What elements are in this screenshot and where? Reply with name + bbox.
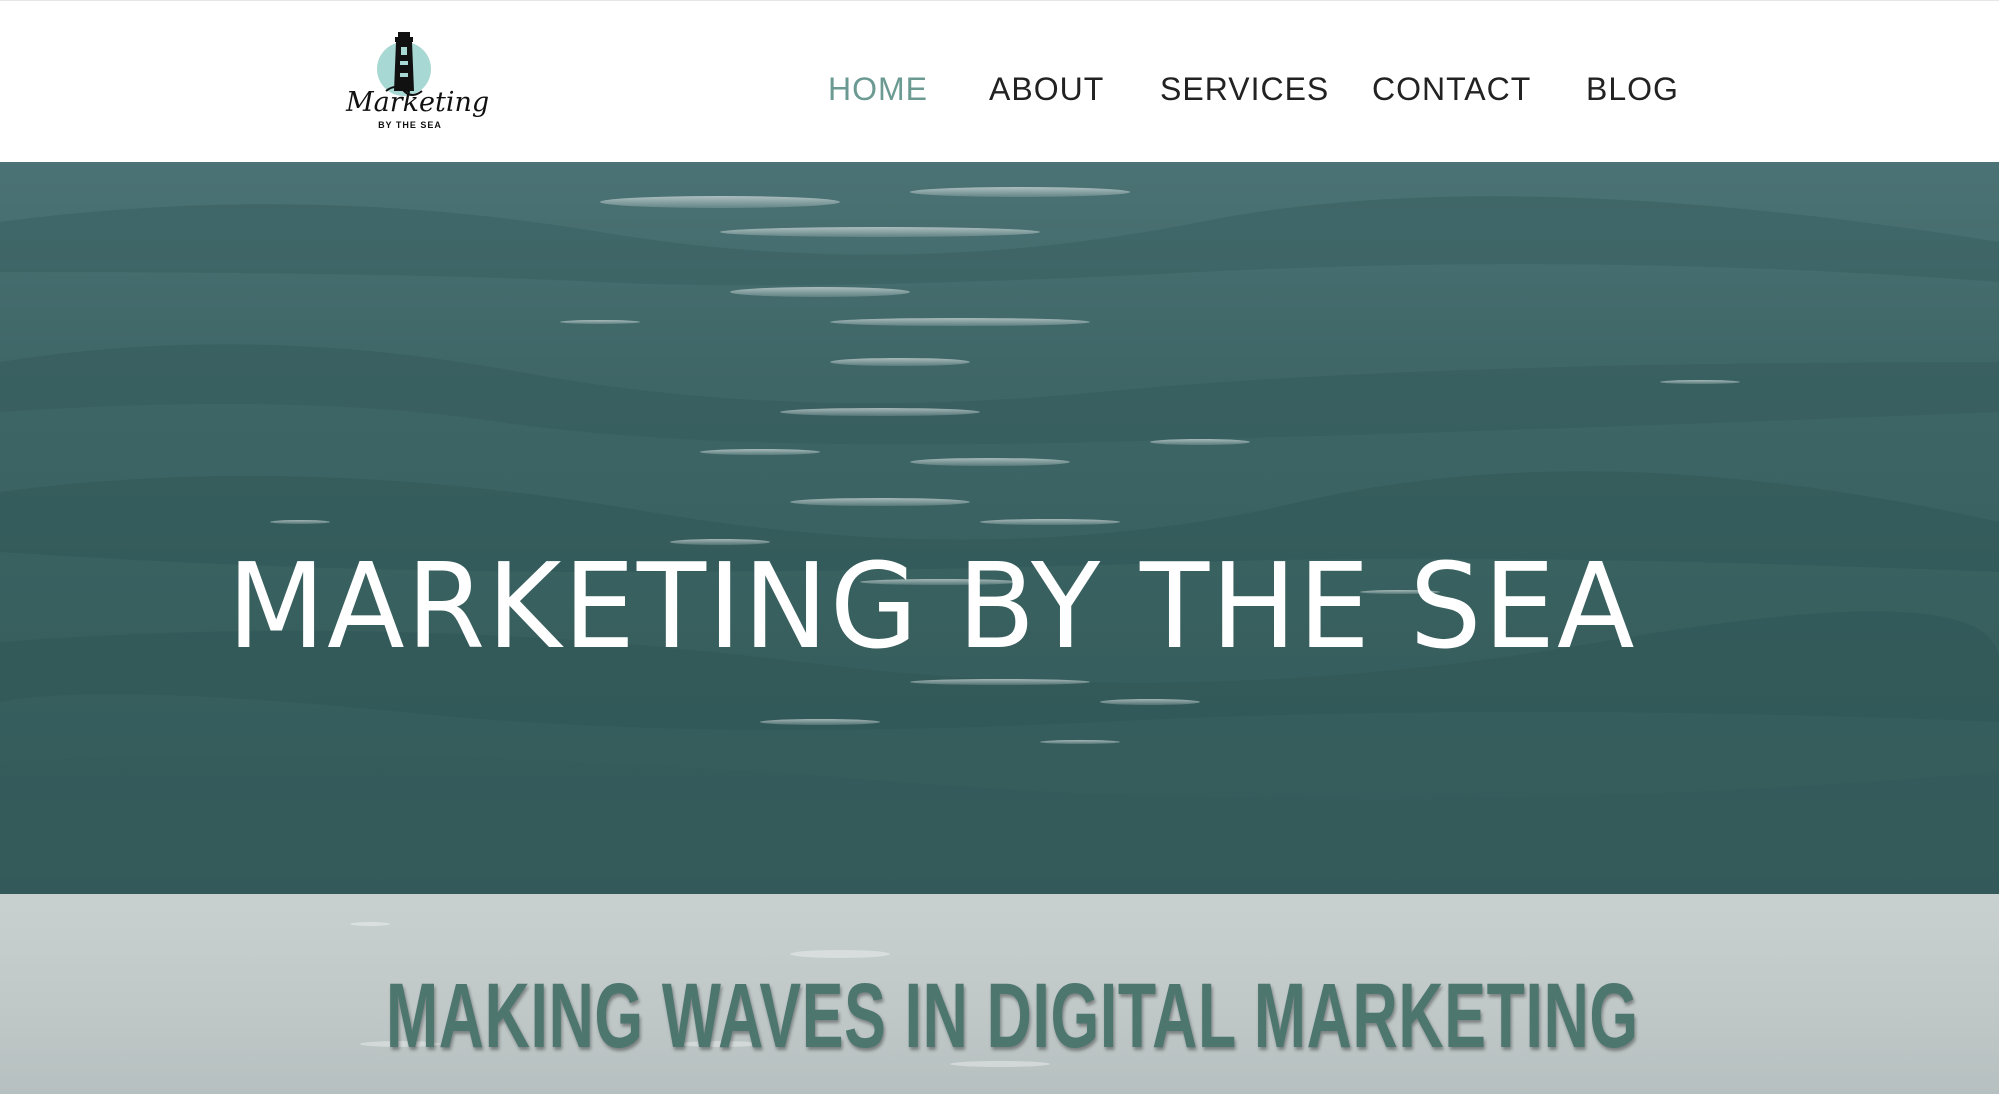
nav-blog[interactable]: BLOG [1586, 71, 1679, 108]
nav-services[interactable]: SERVICES [1160, 71, 1329, 108]
nav-about[interactable]: ABOUT [989, 71, 1104, 108]
hero-title-text: MARKETING BY THE SEA [227, 537, 1637, 675]
banner-title: MAKING WAVES IN DIGITAL MARKETING [386, 965, 1639, 1067]
page: Marketing BY THE SEA HOME ABOUT SERVICES… [0, 0, 1999, 1094]
hero-title: MARKETING BY THE SEA [35, 537, 1954, 675]
hero-section: MARKETING BY THE SEA [0, 162, 1999, 894]
tagline-banner: MAKING WAVES IN DIGITAL MARKETING [0, 894, 1999, 1094]
site-header: Marketing BY THE SEA HOME ABOUT SERVICES… [0, 0, 1999, 162]
ocean-waves-image [0, 187, 1999, 894]
nav-contact[interactable]: CONTACT [1372, 71, 1531, 108]
logo-tagline: BY THE SEA [378, 120, 442, 130]
main-nav: HOME ABOUT SERVICES CONTACT BLOG [0, 71, 1999, 121]
nav-home[interactable]: HOME [828, 71, 928, 108]
